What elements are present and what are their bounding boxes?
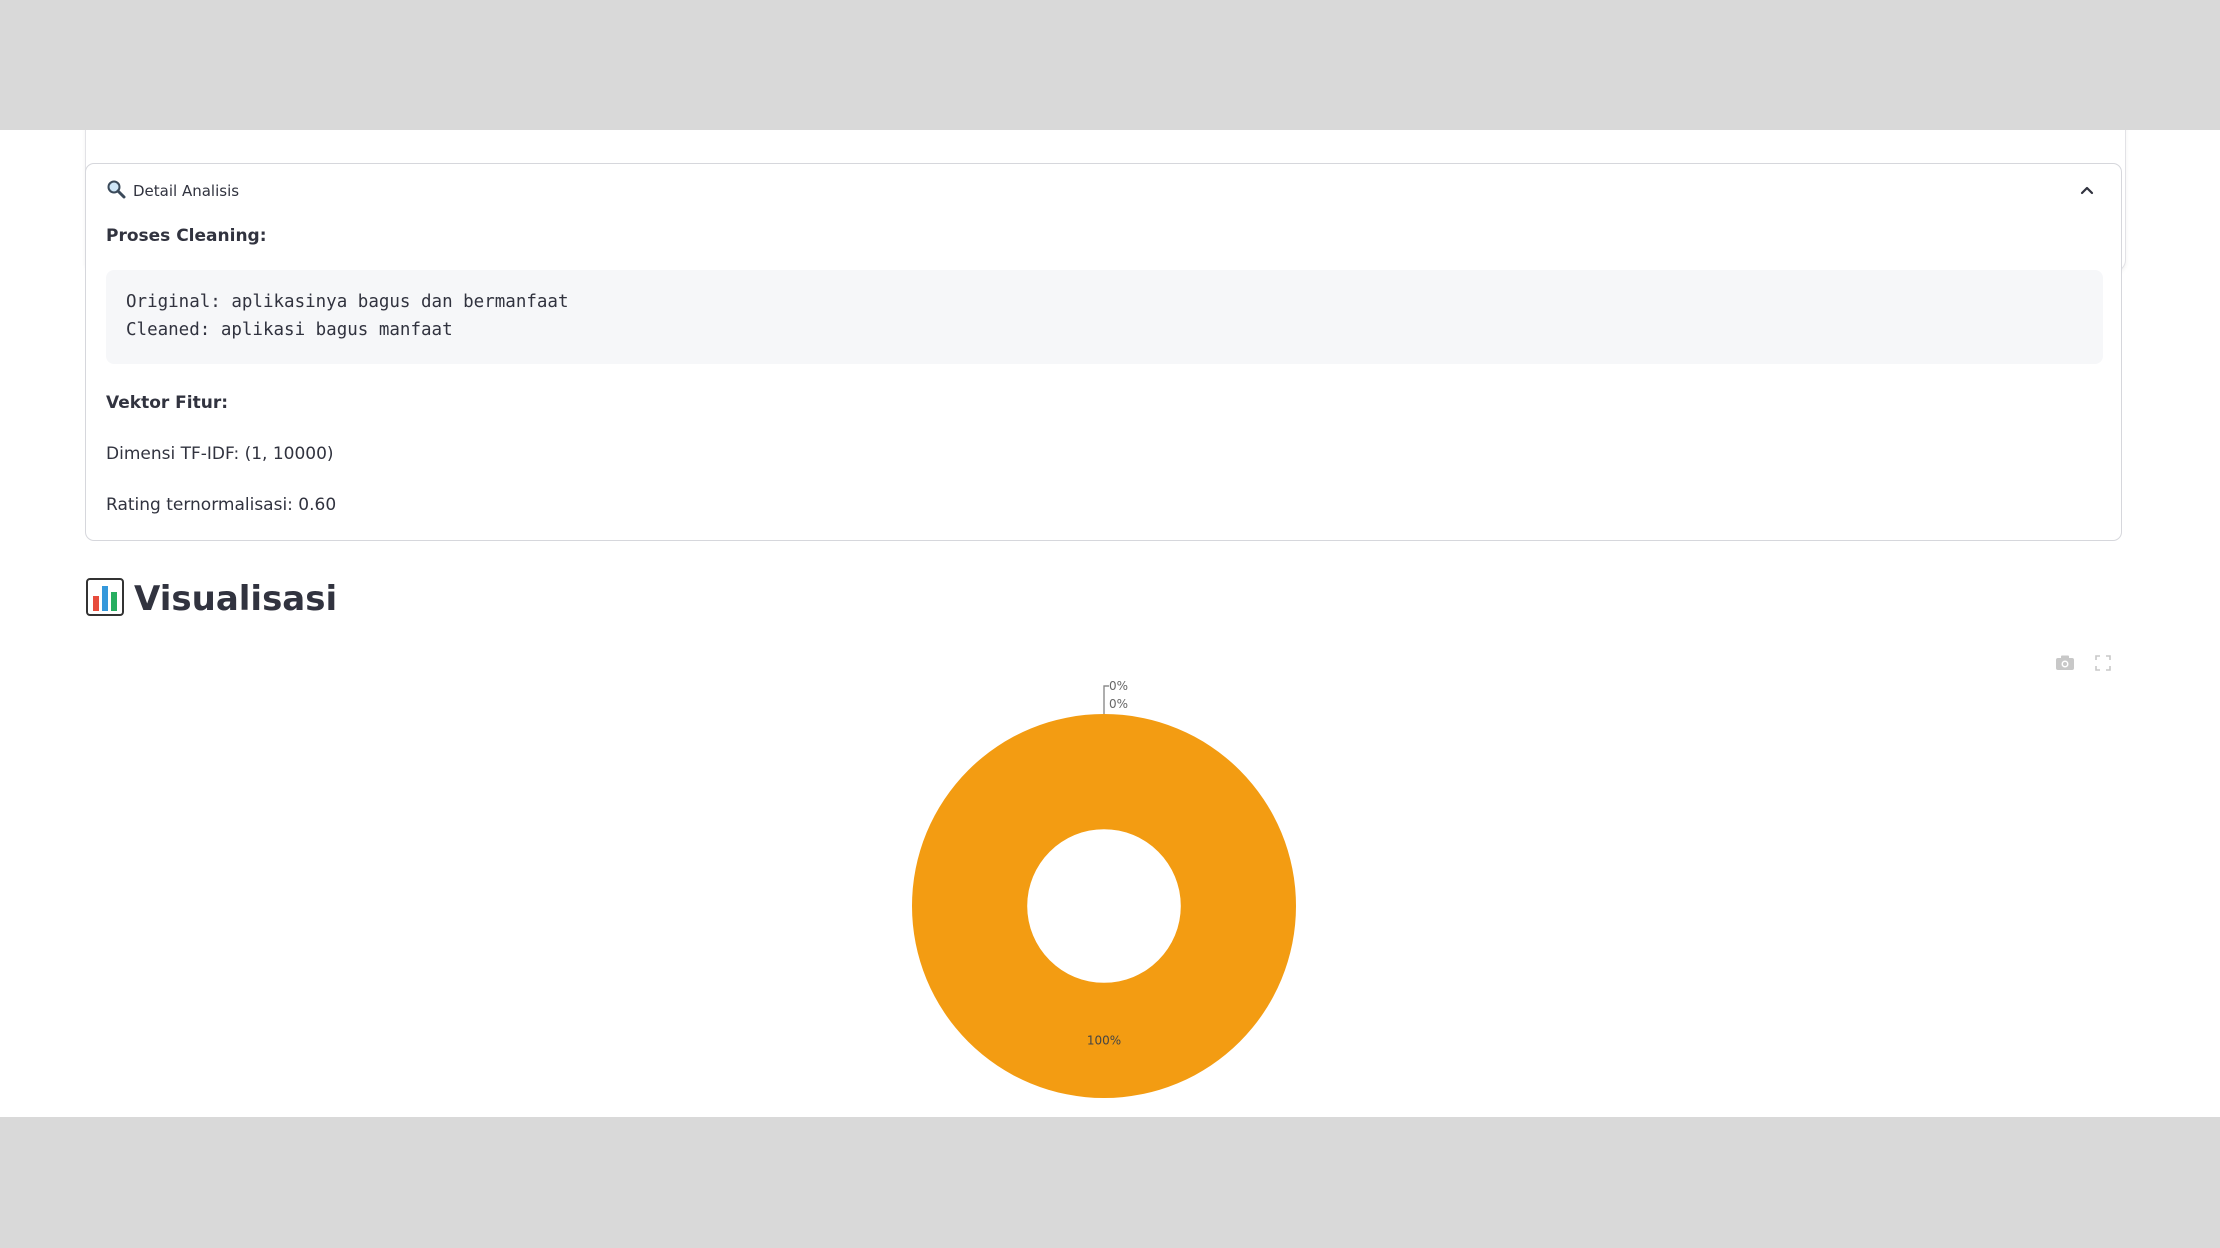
donut-chart: 0% 0% 100% (912, 679, 1296, 1098)
slice-label-0: 0% (1109, 679, 1128, 693)
slice-label-1: 0% (1109, 697, 1128, 711)
app-viewport: Detail Analisis Proses Cleaning: Origina… (0, 130, 2220, 1117)
slice-label-2: 100% (1087, 1033, 1121, 1047)
